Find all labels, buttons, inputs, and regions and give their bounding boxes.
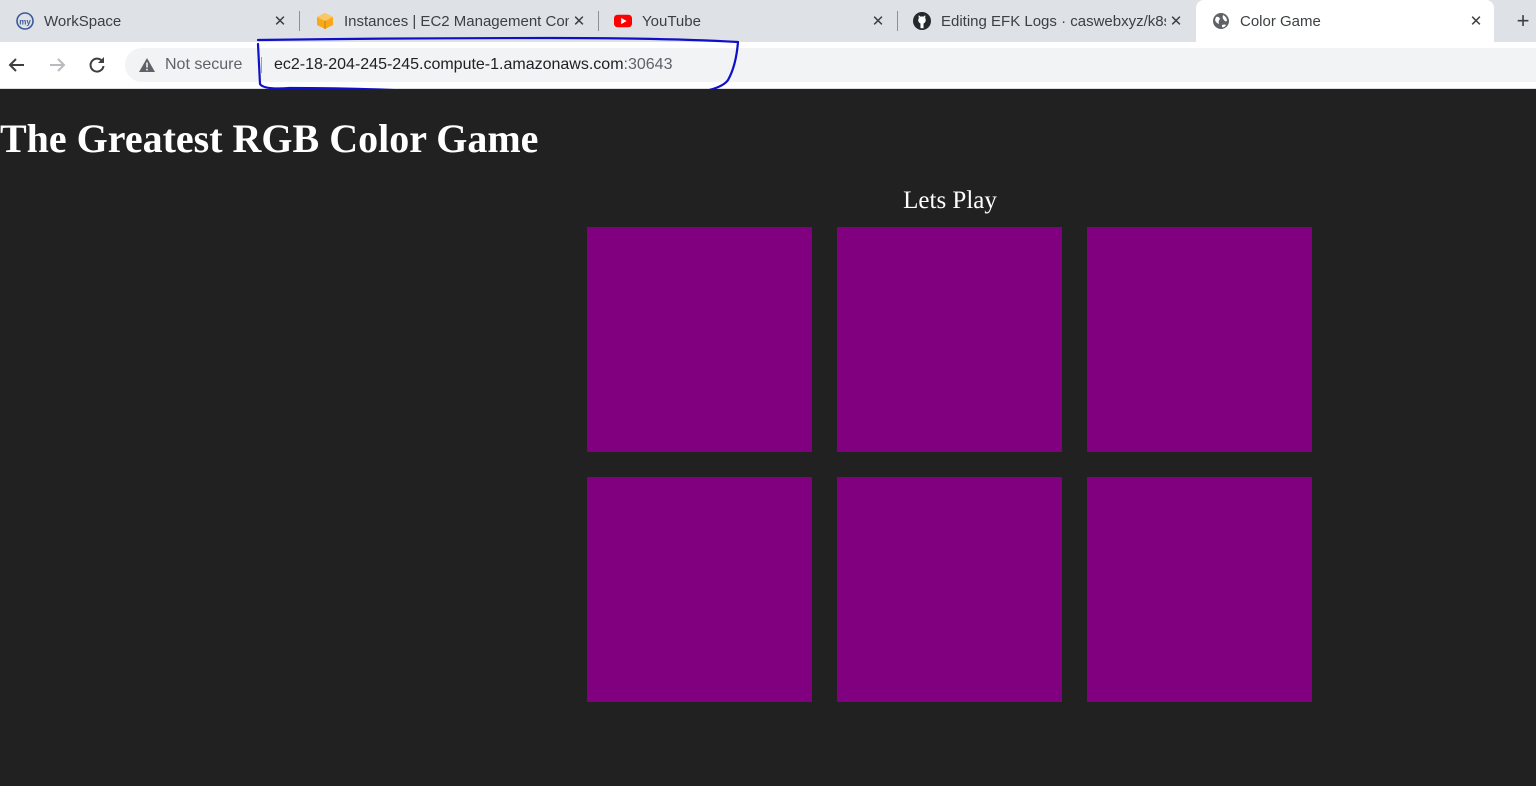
color-square[interactable] <box>1087 477 1312 702</box>
close-icon[interactable]: ✕ <box>868 11 888 31</box>
page-content: The Greatest RGB Color Game Lets Play <box>0 89 1536 786</box>
page-title: The Greatest RGB Color Game <box>0 116 539 161</box>
color-square[interactable] <box>837 477 1062 702</box>
tab-title: YouTube <box>642 12 701 30</box>
new-tab-plus-icon[interactable]: + <box>1510 8 1536 34</box>
tab-github[interactable]: Editing EFK Logs · caswebxyz/k8s ✕ <box>897 0 1194 42</box>
workspace-logo-icon: my <box>16 12 34 30</box>
tab-title: WorkSpace <box>44 12 122 30</box>
youtube-icon <box>614 12 632 30</box>
color-square[interactable] <box>1087 227 1312 452</box>
browser-toolbar: Not secure ec2-18-204-245-245.compute-1.… <box>0 42 1536 89</box>
tab-color-game[interactable]: Color Game ✕ <box>1196 0 1494 42</box>
close-icon[interactable]: ✕ <box>1166 11 1186 31</box>
back-arrow-icon[interactable] <box>4 52 30 78</box>
tab-title: Instances | EC2 Management Console <box>344 12 569 30</box>
tab-youtube[interactable]: YouTube ✕ <box>598 0 896 42</box>
tab-ec2-instances[interactable]: Instances | EC2 Management Console ✕ <box>300 0 597 42</box>
address-bar[interactable]: Not secure ec2-18-204-245-245.compute-1.… <box>125 48 1536 82</box>
close-icon[interactable]: ✕ <box>569 11 589 31</box>
tab-workspace[interactable]: my WorkSpace ✕ <box>0 0 298 42</box>
reload-icon[interactable] <box>84 52 110 78</box>
tab-title: Color Game <box>1240 12 1321 30</box>
tab-title: Editing EFK Logs · caswebxyz/k8s <box>941 12 1166 30</box>
url-host: ec2-18-204-245-245.compute-1.amazonaws.c… <box>274 56 624 73</box>
close-icon[interactable]: ✕ <box>270 11 290 31</box>
svg-text:my: my <box>19 18 31 27</box>
color-square[interactable] <box>587 227 812 452</box>
globe-icon <box>1212 12 1230 30</box>
color-square[interactable] <box>587 477 812 702</box>
forward-arrow-icon[interactable] <box>44 52 70 78</box>
url-text[interactable]: ec2-18-204-245-245.compute-1.amazonaws.c… <box>274 48 672 82</box>
close-icon[interactable]: ✕ <box>1466 11 1486 31</box>
github-icon <box>913 12 931 30</box>
security-indicator[interactable]: Not secure <box>139 48 242 82</box>
game-status-text: Lets Play <box>903 187 997 214</box>
url-port: :30643 <box>623 56 673 73</box>
not-secure-label: Not secure <box>165 56 243 73</box>
tab-strip: my WorkSpace ✕ Instances | EC2 Managemen… <box>0 0 1536 42</box>
warning-triangle-icon <box>139 58 155 72</box>
address-divider <box>261 57 262 73</box>
color-square[interactable] <box>837 227 1062 452</box>
aws-cube-icon <box>316 12 334 30</box>
